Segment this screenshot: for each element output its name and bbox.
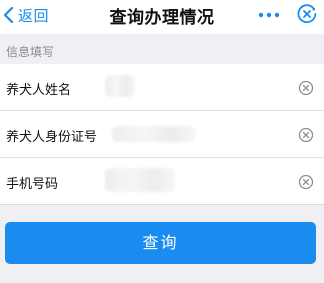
clear-icon[interactable] [298, 80, 314, 96]
phone-input[interactable] [105, 168, 175, 192]
owner-id-row: 养犬人身份证号 [0, 111, 324, 158]
clear-icon[interactable] [298, 127, 314, 143]
owner-id-input[interactable] [112, 126, 196, 142]
phone-row: 手机号码 [0, 158, 324, 205]
query-button[interactable]: 查询 [5, 222, 316, 264]
field-label: 养犬人姓名 [6, 83, 72, 98]
field-label: 手机号码 [6, 177, 59, 192]
close-circle-icon [297, 4, 317, 24]
owner-name-input[interactable] [105, 75, 135, 97]
chevron-left-icon [3, 6, 14, 24]
navbar: 返回 查询办理情况 [0, 0, 324, 34]
field-label: 养犬人身份证号 [6, 130, 98, 145]
section-header-label: 信息填写 [6, 45, 55, 59]
back-label: 返回 [18, 6, 50, 25]
more-dots-icon [258, 12, 280, 18]
more-button[interactable] [256, 5, 282, 23]
back-button[interactable]: 返回 [2, 3, 49, 27]
close-page-button[interactable] [296, 3, 318, 25]
clear-icon[interactable] [298, 174, 314, 190]
owner-name-row: 养犬人姓名 [0, 64, 324, 111]
info-form: 养犬人姓名 养犬人身份证号 手机号码 [0, 64, 324, 205]
section-header: 信息填写 [0, 34, 324, 64]
